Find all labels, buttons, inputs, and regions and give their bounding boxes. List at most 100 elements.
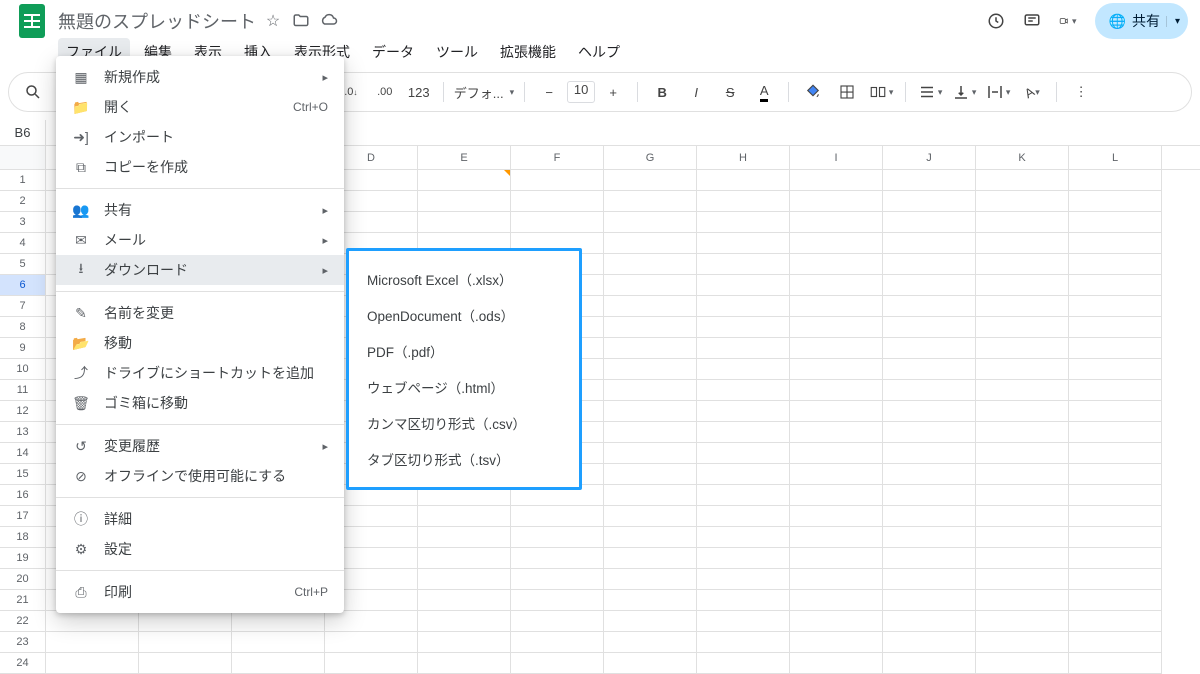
cell[interactable]: [790, 212, 883, 233]
cell[interactable]: [511, 191, 604, 212]
cell[interactable]: [697, 380, 790, 401]
cell[interactable]: [604, 464, 697, 485]
cell[interactable]: [604, 359, 697, 380]
cell[interactable]: [418, 632, 511, 653]
cell[interactable]: [883, 443, 976, 464]
cell[interactable]: [976, 464, 1069, 485]
cell[interactable]: [976, 401, 1069, 422]
cell[interactable]: [790, 422, 883, 443]
cell[interactable]: [883, 233, 976, 254]
cell[interactable]: [1069, 233, 1162, 254]
cell[interactable]: [790, 401, 883, 422]
cell[interactable]: [697, 569, 790, 590]
cell[interactable]: [697, 233, 790, 254]
row-header[interactable]: 13: [0, 422, 46, 443]
cell[interactable]: [1069, 464, 1162, 485]
cell[interactable]: [883, 275, 976, 296]
col-header-G[interactable]: G: [604, 146, 697, 169]
cell[interactable]: [883, 632, 976, 653]
cell[interactable]: [976, 191, 1069, 212]
cell[interactable]: [883, 338, 976, 359]
col-header-K[interactable]: K: [976, 146, 1069, 169]
merge-button[interactable]: ▾: [867, 78, 895, 106]
wrap-button[interactable]: ▾: [984, 78, 1012, 106]
cell[interactable]: [697, 653, 790, 674]
cell[interactable]: [883, 191, 976, 212]
cell[interactable]: [511, 653, 604, 674]
row-header[interactable]: 14: [0, 443, 46, 464]
row-header[interactable]: 22: [0, 611, 46, 632]
file-print[interactable]: ⎙印刷Ctrl+P: [56, 577, 344, 607]
file-new[interactable]: ▦新規作成▸: [56, 62, 344, 92]
cell[interactable]: [1069, 212, 1162, 233]
row-header[interactable]: 19: [0, 548, 46, 569]
cell[interactable]: [976, 233, 1069, 254]
cell[interactable]: [976, 422, 1069, 443]
row-header[interactable]: 8: [0, 317, 46, 338]
file-rename[interactable]: ✎名前を変更: [56, 298, 344, 328]
cell[interactable]: [976, 506, 1069, 527]
cell[interactable]: [1069, 569, 1162, 590]
cell[interactable]: [883, 506, 976, 527]
file-make-copy[interactable]: ⧉コピーを作成: [56, 152, 344, 182]
cell[interactable]: [1069, 191, 1162, 212]
cell[interactable]: [883, 527, 976, 548]
cell[interactable]: [418, 191, 511, 212]
row-header[interactable]: 1: [0, 170, 46, 191]
cell[interactable]: [883, 359, 976, 380]
file-move[interactable]: 📂移動: [56, 328, 344, 358]
cell[interactable]: [697, 590, 790, 611]
col-header-F[interactable]: F: [511, 146, 604, 169]
cell[interactable]: [325, 653, 418, 674]
cell[interactable]: [604, 296, 697, 317]
file-download[interactable]: ⭳ダウンロード▸: [56, 255, 344, 285]
file-open[interactable]: 📁開くCtrl+O: [56, 92, 344, 122]
number-format-button[interactable]: 123: [405, 78, 433, 106]
row-header[interactable]: 5: [0, 254, 46, 275]
menu-help[interactable]: ヘルプ: [570, 38, 628, 66]
cell[interactable]: [46, 653, 139, 674]
cell[interactable]: [1069, 170, 1162, 191]
cell[interactable]: [697, 401, 790, 422]
row-header[interactable]: 17: [0, 506, 46, 527]
cell[interactable]: [1069, 527, 1162, 548]
menu-tools[interactable]: ツール: [428, 38, 486, 66]
cell[interactable]: [1069, 548, 1162, 569]
cell[interactable]: [883, 401, 976, 422]
cell[interactable]: [790, 338, 883, 359]
menu-extensions[interactable]: 拡張機能: [492, 38, 564, 66]
cell[interactable]: [976, 443, 1069, 464]
cell[interactable]: [790, 380, 883, 401]
row-header[interactable]: 11: [0, 380, 46, 401]
cell[interactable]: [883, 485, 976, 506]
cell[interactable]: [1069, 296, 1162, 317]
font-size-plus[interactable]: +: [599, 78, 627, 106]
cell[interactable]: [976, 632, 1069, 653]
file-settings[interactable]: ⚙設定: [56, 534, 344, 564]
cell[interactable]: [790, 170, 883, 191]
row-header[interactable]: 10: [0, 359, 46, 380]
sheets-logo[interactable]: [12, 1, 52, 41]
file-offline[interactable]: ⊘オフラインで使用可能にする: [56, 461, 344, 491]
download-html[interactable]: ウェブページ（.html）: [349, 369, 579, 405]
valign-button[interactable]: ▾: [950, 78, 978, 106]
cell[interactable]: [790, 233, 883, 254]
cell[interactable]: [1069, 590, 1162, 611]
cell[interactable]: [883, 170, 976, 191]
cell[interactable]: [418, 611, 511, 632]
cell[interactable]: [139, 611, 232, 632]
cell[interactable]: [604, 569, 697, 590]
cell[interactable]: [976, 569, 1069, 590]
bold-button[interactable]: B: [648, 78, 676, 106]
cell[interactable]: [418, 506, 511, 527]
dec-increase-button[interactable]: .00: [371, 78, 399, 106]
cell[interactable]: [976, 611, 1069, 632]
download-xlsx[interactable]: Microsoft Excel（.xlsx）: [349, 261, 579, 297]
cell[interactable]: [418, 527, 511, 548]
row-header[interactable]: 2: [0, 191, 46, 212]
cell[interactable]: [418, 212, 511, 233]
col-header-H[interactable]: H: [697, 146, 790, 169]
cell[interactable]: [790, 527, 883, 548]
cell[interactable]: [604, 506, 697, 527]
cell[interactable]: [604, 170, 697, 191]
